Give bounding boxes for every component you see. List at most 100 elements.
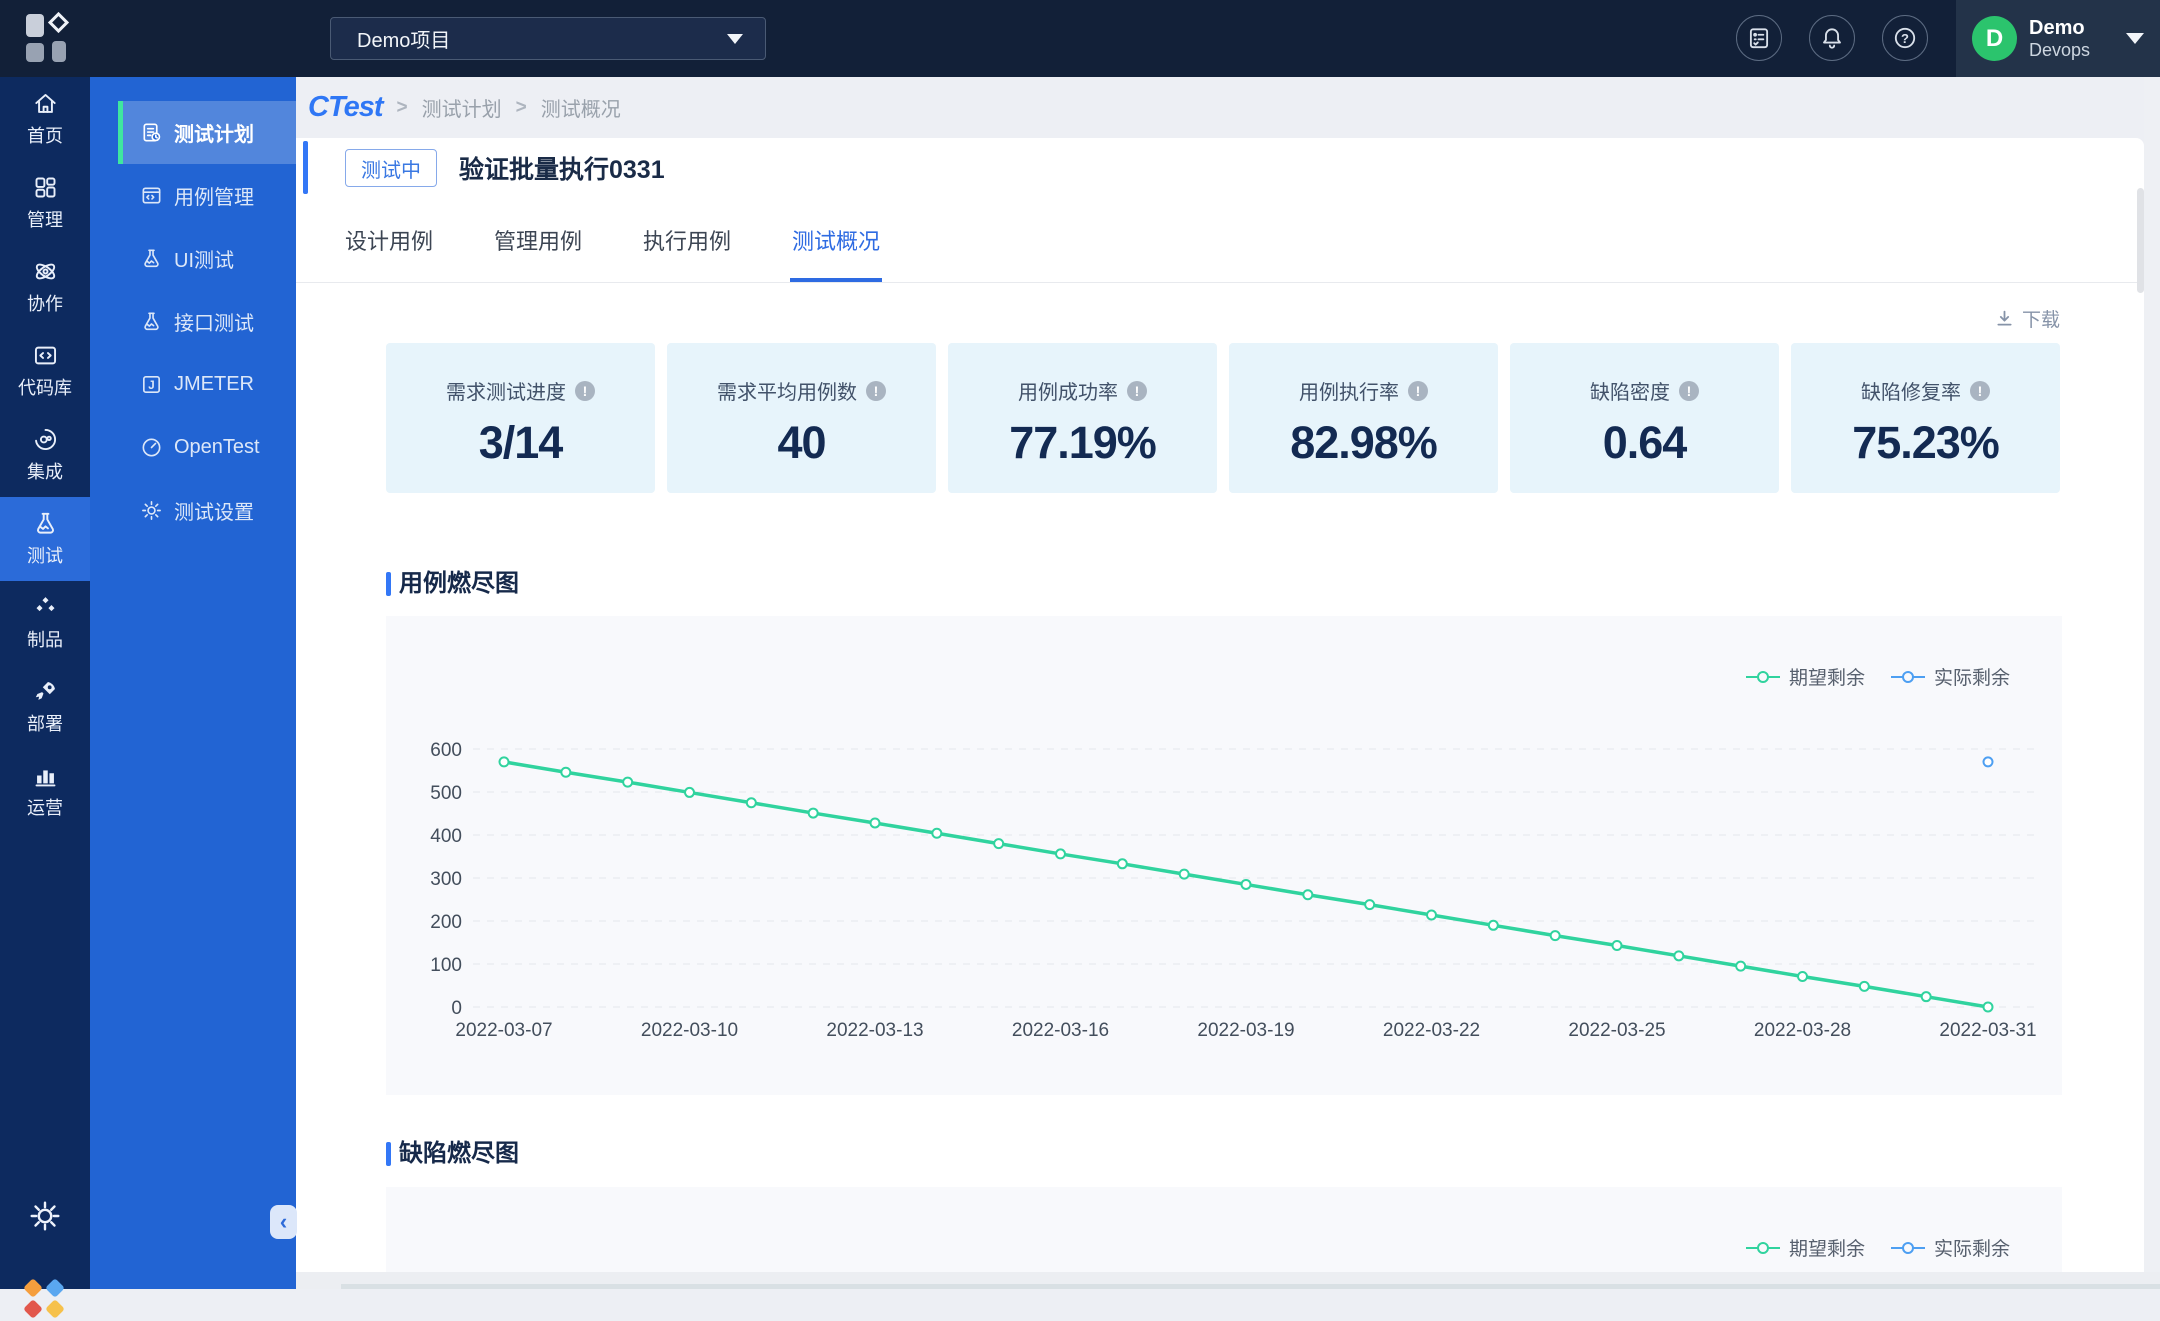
plan-detail-card: 测试中 验证批量执行0331 设计用例 管理用例 执行用例 测试概况 下载 需求… [296, 138, 2144, 1272]
rail-item-collaboration[interactable]: 协作 [0, 245, 90, 329]
breadcrumb-separator: > [515, 96, 527, 118]
gear-icon [30, 1201, 60, 1231]
stat-card-progress: 需求测试进度! 3/14 [386, 343, 655, 493]
stat-card-execution-rate: 用例执行率! 82.98% [1229, 343, 1498, 493]
tab-test-overview[interactable]: 测试概况 [790, 198, 883, 282]
bar-chart-icon [35, 770, 55, 787]
svg-text:600: 600 [430, 740, 462, 761]
rocket-icon [35, 682, 55, 700]
defect-burndown-chart: 期望剩余 实际剩余 [386, 1187, 2062, 1272]
user-menu[interactable]: D Demo Devops [1956, 0, 2160, 77]
svg-text:?: ? [1901, 31, 1909, 46]
svg-text:2022-03-31: 2022-03-31 [1939, 1020, 2036, 1041]
svg-text:500: 500 [430, 783, 462, 804]
project-selector-dropdown[interactable]: Demo项目 [330, 17, 766, 60]
bell-icon [1823, 28, 1841, 49]
svg-text:2022-03-16: 2022-03-16 [1012, 1020, 1109, 1041]
rail-item-deploy[interactable]: 部署 [0, 665, 90, 749]
stat-value: 40 [777, 417, 826, 468]
page-gutter [2144, 77, 2160, 1272]
stat-cards: 需求测试进度! 3/14 需求平均用例数! 40 用例成功率! 77.19% 用… [386, 343, 2060, 493]
chart-legend: 期望剩余 实际剩余 [1745, 663, 2010, 690]
legend-item-expected[interactable]: 期望剩余 [1745, 1234, 1865, 1261]
breadcrumb-item-test-overview[interactable]: 测试概况 [541, 93, 621, 122]
rail-item-code-repo[interactable]: 代码库 [0, 329, 90, 413]
top-bar: Demo项目 ? D Demo Devops [0, 0, 2160, 77]
info-icon[interactable]: ! [575, 380, 595, 401]
tab-execute-cases[interactable]: 执行用例 [643, 198, 731, 282]
stat-card-defect-density: 缺陷密度! 0.64 [1510, 343, 1779, 493]
info-icon[interactable]: ! [1127, 380, 1147, 401]
actual-series-marker [1890, 1241, 1925, 1254]
jmeter-icon: J [143, 376, 160, 393]
gauge-icon [142, 438, 161, 457]
rail-item-home[interactable]: 首页 [0, 77, 90, 161]
chart-legend: 期望剩余 实际剩余 [1745, 1234, 2010, 1261]
help-icon: ? [1894, 27, 1916, 49]
help-button[interactable]: ? [1882, 15, 1928, 61]
rail-item-operations[interactable]: 运营 [0, 749, 90, 833]
collaboration-icon [35, 263, 55, 280]
sidebar-item-jmeter[interactable]: J JMETER [90, 353, 296, 416]
svg-text:300: 300 [430, 869, 462, 890]
legend-item-actual[interactable]: 实际剩余 [1890, 1234, 2010, 1261]
breadcrumb-item-test-plan[interactable]: 测试计划 [422, 93, 502, 122]
rail-item-test[interactable]: 测试 [0, 497, 90, 581]
actual-series-marker [1890, 670, 1925, 683]
ctest-logo[interactable]: CTest [308, 91, 383, 124]
download-link[interactable]: 下载 [386, 297, 2060, 340]
legend-item-expected[interactable]: 期望剩余 [1745, 663, 1865, 690]
sidebar-item-ui-test[interactable]: UI测试 [90, 227, 296, 290]
user-org: Devops [2029, 39, 2091, 60]
flask-icon [144, 249, 159, 268]
sidebar-item-test-plan[interactable]: 测试计划 [118, 101, 296, 164]
expected-series-marker [1745, 1241, 1780, 1254]
svg-text:2022-03-28: 2022-03-28 [1754, 1020, 1851, 1041]
tab-manage-cases[interactable]: 管理用例 [494, 198, 582, 282]
sidebar-item-opentest[interactable]: OpenTest [90, 416, 296, 479]
case-manage-icon [142, 187, 161, 204]
legend-item-actual[interactable]: 实际剩余 [1890, 663, 2010, 690]
notifications-button[interactable] [1809, 15, 1855, 61]
rail-item-integration[interactable]: 集成 [0, 413, 90, 497]
info-icon[interactable]: ! [1679, 380, 1699, 401]
flask-icon [144, 312, 159, 331]
logo-shape [26, 43, 44, 62]
stat-value: 82.98% [1290, 417, 1438, 468]
svg-text:400: 400 [430, 826, 462, 847]
bottom-band [296, 1272, 2160, 1289]
plan-tabs: 设计用例 管理用例 执行用例 测试概况 [296, 198, 2144, 283]
stat-value: 3/14 [478, 417, 564, 468]
rail-item-artifacts[interactable]: 制品 [0, 581, 90, 665]
svg-text:2022-03-07: 2022-03-07 [455, 1020, 552, 1041]
breadcrumb: CTest > 测试计划 > 测试概况 [296, 77, 2160, 138]
tab-design-cases[interactable]: 设计用例 [345, 198, 433, 282]
app-logo[interactable] [26, 11, 74, 66]
sidebar-item-case-manage[interactable]: 用例管理 [90, 164, 296, 227]
workspace-logo[interactable] [23, 1278, 67, 1321]
vertical-scrollbar[interactable] [2137, 188, 2144, 293]
logo-diamond-red [23, 1299, 43, 1319]
sidebar-item-test-settings[interactable]: 测试设置 [90, 479, 296, 542]
settings-button[interactable] [0, 1199, 90, 1233]
sidebar-item-api-test[interactable]: 接口测试 [90, 290, 296, 353]
sidebar-collapse-button[interactable]: ‹ [270, 1205, 297, 1239]
rail-item-manage[interactable]: 管理 [0, 161, 90, 245]
logo-diamond-yellow [45, 1299, 65, 1319]
primary-sidebar: 首页 管理 协作 代码库 集成 测试 制品 部署 运营 [0, 77, 90, 1319]
stat-value: 75.23% [1852, 417, 2000, 468]
logo-diamond-orange [23, 1278, 43, 1298]
chevron-down-icon [727, 33, 743, 44]
info-icon[interactable]: ! [866, 380, 886, 401]
horizontal-scrollbar[interactable] [341, 1284, 2160, 1289]
project-selector-value: Demo项目 [357, 30, 451, 52]
test-plan-icon [143, 123, 161, 142]
download-icon [1997, 310, 2012, 326]
chevron-down-icon [2126, 33, 2144, 44]
info-icon[interactable]: ! [1408, 380, 1428, 401]
info-icon[interactable]: ! [1970, 380, 1990, 401]
survey-button[interactable] [1736, 15, 1782, 61]
svg-text:2022-03-10: 2022-03-10 [641, 1020, 738, 1041]
section-title-case-burndown: 用例燃尽图 [386, 570, 2060, 598]
expected-series-marker [1745, 670, 1780, 683]
